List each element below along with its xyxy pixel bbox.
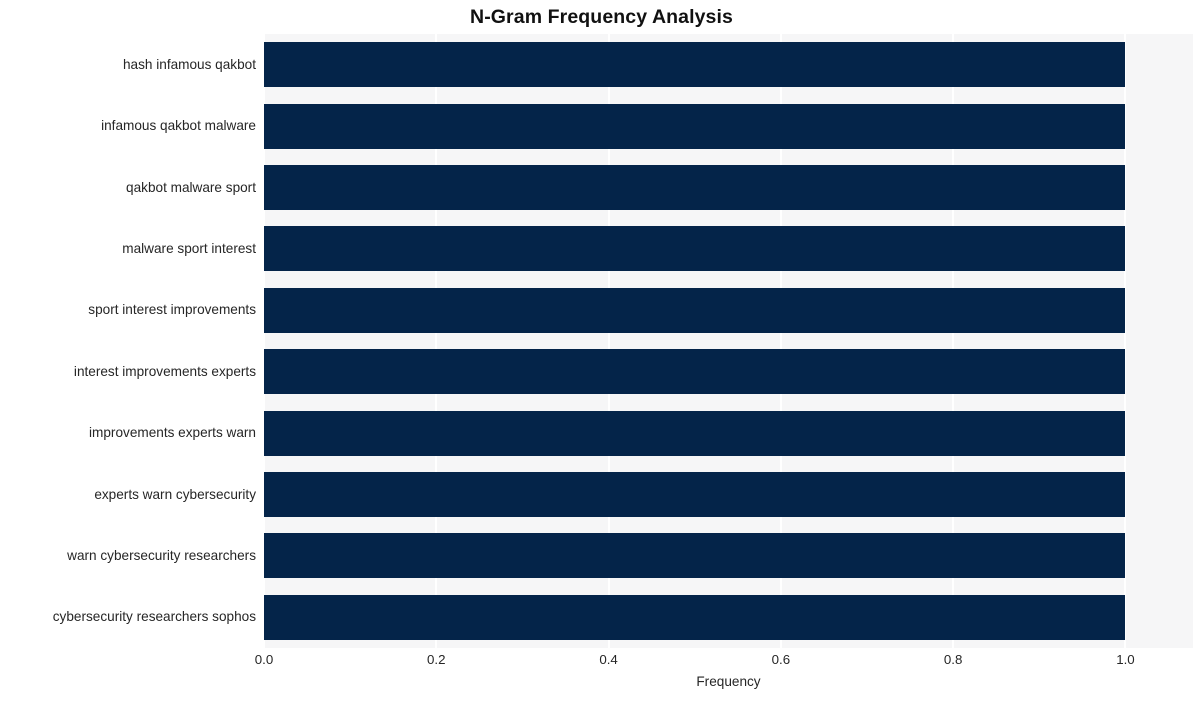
bar-row bbox=[264, 34, 1193, 95]
bar-row bbox=[264, 402, 1193, 463]
bar-row bbox=[264, 525, 1193, 586]
x-tick-label: 0.6 bbox=[771, 652, 791, 667]
plot-area bbox=[264, 34, 1193, 648]
bars-container bbox=[264, 34, 1193, 648]
bar-row bbox=[264, 280, 1193, 341]
bar-row bbox=[264, 341, 1193, 402]
bar-row bbox=[264, 587, 1193, 648]
x-tick-label: 0.2 bbox=[427, 652, 446, 667]
bar[interactable] bbox=[264, 226, 1126, 272]
bar-row bbox=[264, 95, 1193, 156]
y-tick-label: infamous qakbot malware bbox=[101, 118, 256, 134]
bar[interactable] bbox=[264, 410, 1126, 456]
x-tick-label: 0.0 bbox=[254, 652, 274, 667]
bar[interactable] bbox=[264, 471, 1126, 517]
y-tick-label: cybersecurity researchers sophos bbox=[52, 609, 256, 625]
y-tick-label: sport interest improvements bbox=[88, 302, 256, 318]
bar[interactable] bbox=[264, 164, 1126, 210]
y-tick-label: hash infamous qakbot bbox=[122, 56, 256, 72]
bar[interactable] bbox=[264, 103, 1126, 149]
y-tick-label: malware sport interest bbox=[122, 240, 256, 256]
x-axis-tick-labels: 0.0 0.2 0.4 0.6 0.8 1.0 bbox=[0, 652, 1203, 674]
bar-row bbox=[264, 218, 1193, 279]
bar-row bbox=[264, 464, 1193, 525]
x-tick-label: 0.4 bbox=[599, 652, 618, 667]
y-axis-tick-labels: hash infamous qakbot infamous qakbot malw… bbox=[0, 34, 256, 648]
bar-row bbox=[264, 157, 1193, 218]
x-tick-label: 1.0 bbox=[1116, 652, 1135, 667]
y-tick-label: warn cybersecurity researchers bbox=[67, 547, 256, 563]
y-tick-label: experts warn cybersecurity bbox=[94, 486, 256, 502]
y-tick-label: interest improvements experts bbox=[73, 363, 256, 379]
bar[interactable] bbox=[264, 533, 1126, 579]
chart-figure: N-Gram Frequency Analysis hash infamous … bbox=[0, 0, 1203, 701]
chart-title: N-Gram Frequency Analysis bbox=[470, 6, 733, 28]
x-axis-title: Frequency bbox=[696, 674, 761, 689]
bar[interactable] bbox=[264, 594, 1126, 640]
bar[interactable] bbox=[264, 42, 1126, 88]
y-tick-label: qakbot malware sport bbox=[126, 179, 256, 195]
bar[interactable] bbox=[264, 349, 1126, 395]
x-tick-label: 0.8 bbox=[943, 652, 963, 667]
y-tick-label: improvements experts warn bbox=[89, 425, 256, 441]
bar[interactable] bbox=[264, 287, 1126, 333]
